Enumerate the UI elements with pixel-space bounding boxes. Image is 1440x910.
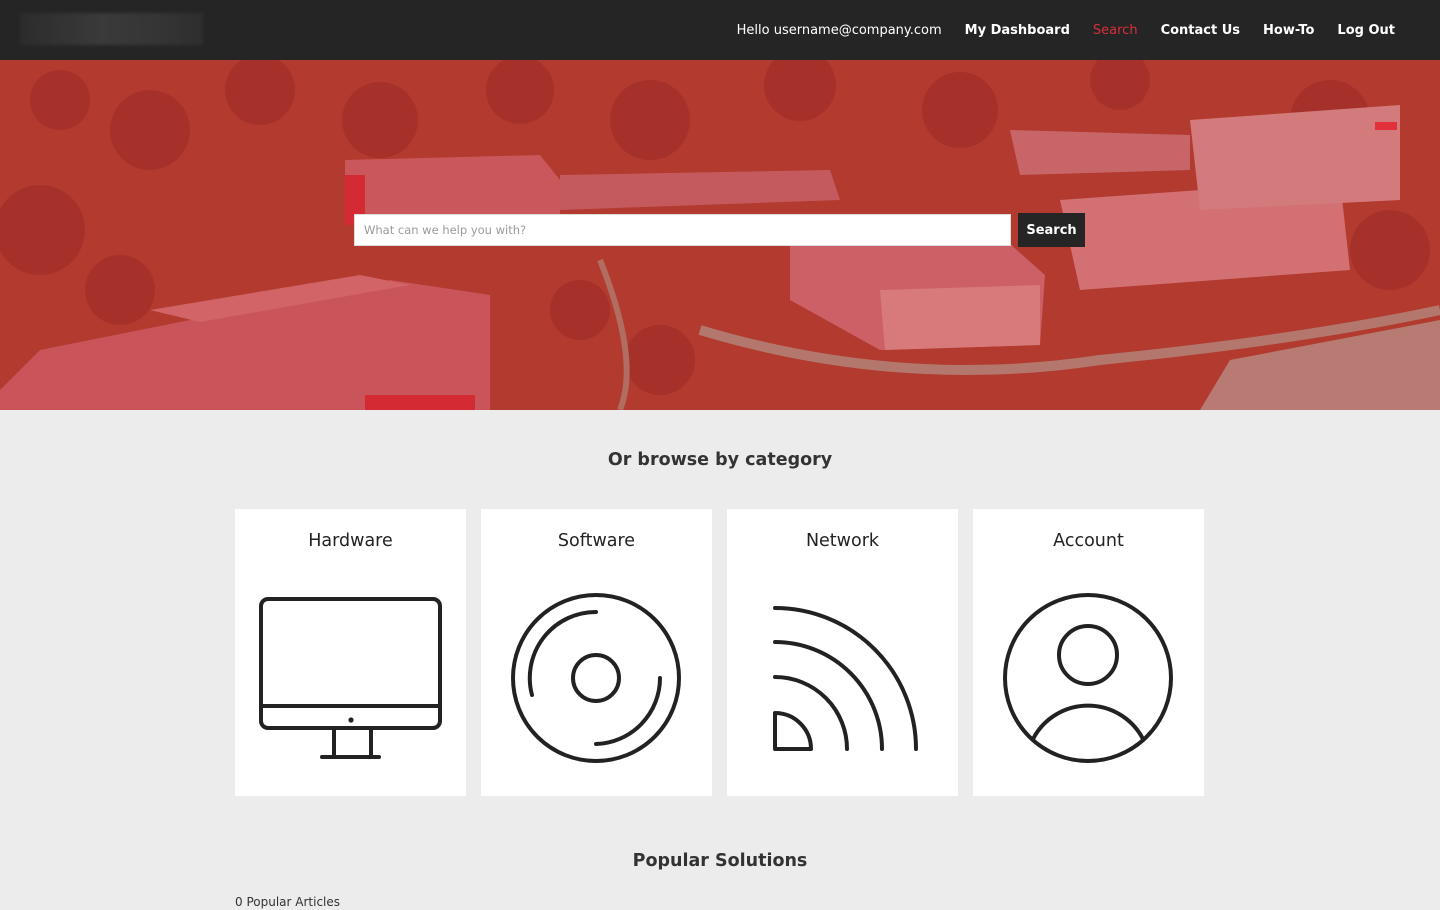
nav-link-dashboard[interactable]: My Dashboard bbox=[965, 23, 1070, 38]
top-navbar: Hello username@company.com My Dashboard … bbox=[0, 0, 1440, 60]
category-card-software[interactable]: Software bbox=[481, 509, 712, 796]
category-card-hardware[interactable]: Hardware bbox=[235, 509, 466, 796]
browse-heading: Or browse by category bbox=[607, 450, 833, 470]
hero-banner: Search bbox=[0, 60, 1440, 410]
nav-link-contact[interactable]: Contact Us bbox=[1161, 23, 1240, 38]
user-greeting: Hello username@company.com bbox=[736, 22, 942, 38]
category-title: Software bbox=[557, 531, 636, 551]
popular-heading: Popular Solutions bbox=[632, 851, 808, 871]
category-card-account[interactable]: Account bbox=[973, 509, 1204, 796]
search-button[interactable]: Search bbox=[1018, 213, 1085, 247]
nav-link-search[interactable]: Search bbox=[1093, 23, 1138, 38]
search-bar: Search bbox=[354, 213, 1085, 247]
nav-link-logout[interactable]: Log Out bbox=[1337, 23, 1395, 38]
category-title: Network bbox=[805, 531, 880, 551]
logo[interactable] bbox=[20, 13, 203, 45]
nav-menu: Hello username@company.com My Dashboard … bbox=[714, 0, 1395, 60]
disc-icon bbox=[511, 593, 681, 763]
category-cards: Hardware Software Network Account bbox=[235, 509, 1204, 796]
category-card-network[interactable]: Network bbox=[727, 509, 958, 796]
signal-icon bbox=[773, 606, 918, 751]
popular-count: 0 Popular Articles bbox=[235, 895, 341, 909]
user-circle-icon bbox=[1003, 593, 1173, 763]
category-title: Account bbox=[1053, 531, 1124, 551]
monitor-icon bbox=[259, 597, 442, 759]
nav-link-howto[interactable]: How-To bbox=[1263, 23, 1314, 38]
search-input[interactable] bbox=[354, 214, 1011, 246]
category-title: Hardware bbox=[308, 531, 393, 551]
